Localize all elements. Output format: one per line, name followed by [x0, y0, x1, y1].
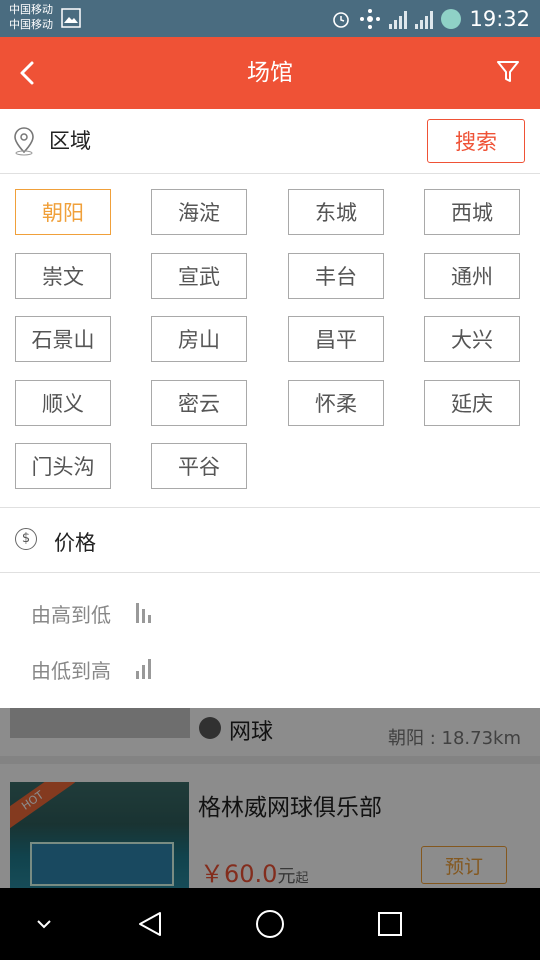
area-button-chaoyang[interactable]: 朝阳 [15, 189, 111, 235]
list-item[interactable]: HOT 格林威网球俱乐部 ￥60.0元起 预订 [0, 764, 540, 888]
book-button[interactable]: 预订 [421, 846, 507, 884]
sync-icon [360, 8, 381, 29]
sort-low-to-high[interactable]: 由低到高 [0, 641, 540, 697]
area-button-yanqing[interactable]: 延庆 [424, 380, 520, 426]
price-label: 价格 [54, 531, 96, 555]
distance-label: 朝阳 : 18.73km [388, 728, 521, 749]
status-icons: 19:32 [331, 0, 530, 37]
image-icon [61, 8, 81, 28]
sort-high-to-low-label: 由高到低 [31, 603, 111, 627]
recents-button[interactable] [360, 888, 420, 960]
carrier-info: 中国移动 中国移动 [9, 2, 53, 32]
battery-icon [441, 8, 462, 29]
home-button[interactable] [240, 888, 300, 960]
location-pin-icon [14, 127, 34, 156]
sport-label: 网球 [229, 720, 274, 745]
sort-ascending-icon [136, 657, 151, 679]
area-button-xicheng[interactable]: 西城 [424, 189, 520, 235]
price-value: ￥60.0 [200, 860, 278, 888]
collapse-button[interactable] [14, 888, 74, 960]
sort-descending-icon [136, 601, 151, 623]
sort-low-to-high-label: 由低到高 [31, 659, 111, 683]
area-button-huairou[interactable]: 怀柔 [288, 380, 384, 426]
alarm-icon [333, 11, 350, 28]
area-button-fangshan[interactable]: 房山 [151, 316, 247, 362]
area-button-daxing[interactable]: 大兴 [424, 316, 520, 362]
price-unit: 元 [277, 866, 296, 887]
hot-badge: HOT [10, 782, 76, 835]
area-button-shunyi[interactable]: 顺义 [15, 380, 111, 426]
dollar-icon: $ [15, 528, 37, 550]
app-header: 场馆 [0, 37, 540, 109]
area-button-haidian[interactable]: 海淀 [151, 189, 247, 235]
region-label: 区域 [49, 129, 91, 153]
collapse-icon [37, 920, 51, 929]
tennis-ball-icon [199, 717, 221, 739]
price-from: 起 [295, 871, 309, 886]
sort-high-to-low[interactable]: 由高到低 [0, 585, 540, 641]
area-button-pinggu[interactable]: 平谷 [151, 443, 247, 489]
area-grid: 朝阳 海淀 东城 西城 崇文 宣武 丰台 通州 石景山 房山 昌平 大兴 顺义 … [0, 174, 540, 508]
area-button-miyun[interactable]: 密云 [151, 380, 247, 426]
search-button[interactable]: 搜索 [427, 119, 525, 163]
back-button[interactable] [120, 888, 180, 960]
venue-list: 网球 朝阳 : 18.73km HOT 格林威网球俱乐部 ￥60.0元起 预订 [0, 708, 540, 888]
tennis-court-graphic [30, 842, 174, 886]
home-icon [256, 910, 284, 938]
area-button-changping[interactable]: 昌平 [288, 316, 384, 362]
venue-price: ￥60.0元起 [200, 854, 308, 888]
area-button-xuanwu[interactable]: 宣武 [151, 253, 247, 299]
price-section-header: $ 价格 [0, 508, 540, 573]
area-button-chongwen[interactable]: 崇文 [15, 253, 111, 299]
signal-icon-2 [415, 9, 434, 29]
recents-icon [378, 912, 402, 936]
venue-name: 格林威网球俱乐部 [198, 795, 382, 821]
list-item[interactable]: 网球 朝阳 : 18.73km [0, 708, 540, 756]
venue-thumbnail: HOT [10, 782, 189, 888]
area-button-dongcheng[interactable]: 东城 [288, 189, 384, 235]
list-divider [0, 756, 540, 764]
carrier-1: 中国移动 [9, 3, 53, 16]
area-button-shijingshan[interactable]: 石景山 [15, 316, 111, 362]
region-section-header: 区域 搜索 [0, 109, 540, 174]
status-bar: 中国移动 中国移动 19:32 [0, 0, 540, 37]
status-time: 19:32 [469, 6, 530, 31]
venue-thumbnail [10, 708, 190, 738]
area-button-tongzhou[interactable]: 通州 [424, 253, 520, 299]
carrier-2: 中国移动 [9, 18, 53, 31]
page-title: 场馆 [247, 60, 293, 86]
system-nav-bar [0, 888, 540, 960]
area-button-fengtai[interactable]: 丰台 [288, 253, 384, 299]
back-icon [139, 912, 161, 936]
filter-icon[interactable] [496, 59, 520, 85]
signal-icon-1 [389, 9, 408, 29]
area-button-mentougou[interactable]: 门头沟 [15, 443, 111, 489]
